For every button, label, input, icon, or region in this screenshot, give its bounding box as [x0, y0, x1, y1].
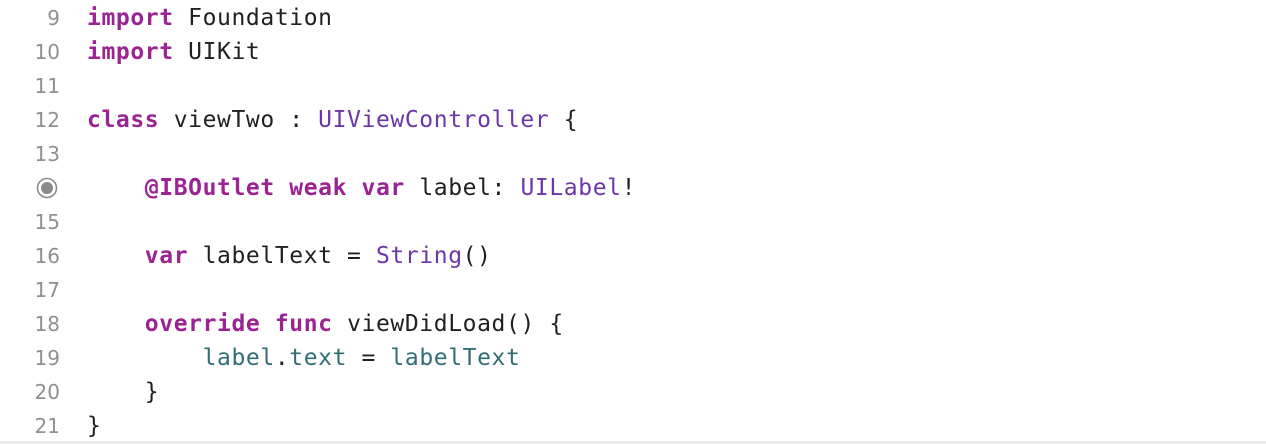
code-line[interactable]: 9 import Foundation	[0, 1, 1266, 35]
code-editor[interactable]: 9 import Foundation 10 import UIKit 11 12 clas…	[0, 1, 1266, 441]
code-line[interactable]: 20 }	[0, 375, 1266, 409]
code-token: {	[549, 107, 579, 133]
code-token: }	[87, 413, 102, 439]
line-number: 13	[34, 142, 60, 166]
code-token: text	[289, 345, 348, 371]
code-token: var	[361, 175, 405, 201]
code-token: class	[87, 107, 160, 133]
code-token: import	[87, 39, 174, 65]
line-number: 12	[34, 108, 60, 132]
code-text: import Foundation	[87, 1, 333, 35]
line-number: 10	[34, 40, 60, 64]
code-token: var	[144, 243, 189, 269]
line-number: 21	[34, 414, 60, 438]
line-number: 20	[34, 380, 60, 404]
line-number: 18	[34, 312, 60, 336]
line-number: 16	[34, 244, 60, 268]
code-token: UILabel	[520, 175, 622, 201]
line-number: 17	[34, 278, 60, 302]
line-number: 15	[34, 210, 60, 234]
code-token: viewTwo :	[159, 107, 319, 133]
code-token: viewDidLoad() {	[332, 311, 564, 337]
code-line[interactable]: 11	[0, 69, 1266, 103]
code-token: labelText =	[188, 243, 376, 269]
code-text: var labelText = String()	[87, 239, 492, 273]
code-token: weak	[289, 175, 348, 201]
code-text: @IBOutlet weak var label: UILabel!	[87, 171, 636, 205]
code-token: label:	[404, 175, 521, 201]
code-token: !	[621, 175, 637, 201]
code-line[interactable]: 12 class viewTwo : UIViewController {	[0, 103, 1266, 137]
code-text: class viewTwo : UIViewController {	[87, 103, 578, 137]
code-text: import UIKit	[87, 35, 260, 69]
code-text: label.text = labelText	[87, 341, 520, 375]
line-number: 11	[34, 74, 60, 98]
code-token: .	[274, 345, 290, 371]
code-line[interactable]: 13	[0, 137, 1266, 171]
code-token: =	[347, 345, 391, 371]
code-line[interactable]: 18 override func viewDidLoad() {	[0, 307, 1266, 341]
code-token: import	[87, 5, 174, 31]
code-token: labelText	[390, 345, 521, 371]
code-line[interactable]: 16 var labelText = String()	[0, 239, 1266, 273]
code-line[interactable]: @IBOutlet weak var label: UILabel!	[0, 171, 1266, 205]
code-token: UIViewController	[318, 107, 550, 133]
code-token: Foundation	[173, 5, 333, 31]
code-token: @IBOutlet	[144, 175, 275, 201]
code-text: override func viewDidLoad() {	[87, 307, 564, 341]
code-token: override	[144, 311, 261, 337]
code-line[interactable]: 17	[0, 273, 1266, 307]
code-token: label	[202, 345, 275, 371]
code-line[interactable]: 21}	[0, 409, 1266, 443]
line-number: 9	[47, 6, 60, 30]
code-token: String	[375, 243, 463, 269]
code-line[interactable]: 19 label.text = labelText	[0, 341, 1266, 375]
line-number: 19	[34, 346, 60, 370]
code-token: UIKit	[173, 39, 261, 65]
code-line[interactable]: 15	[0, 205, 1266, 239]
code-token: ()	[462, 243, 492, 269]
outlet-connected-icon[interactable]	[36, 177, 58, 199]
code-line[interactable]: 10 import UIKit	[0, 35, 1266, 69]
code-text: }	[87, 375, 159, 409]
code-token: }	[87, 379, 160, 405]
code-text: }	[87, 409, 101, 443]
code-token: func	[274, 311, 333, 337]
